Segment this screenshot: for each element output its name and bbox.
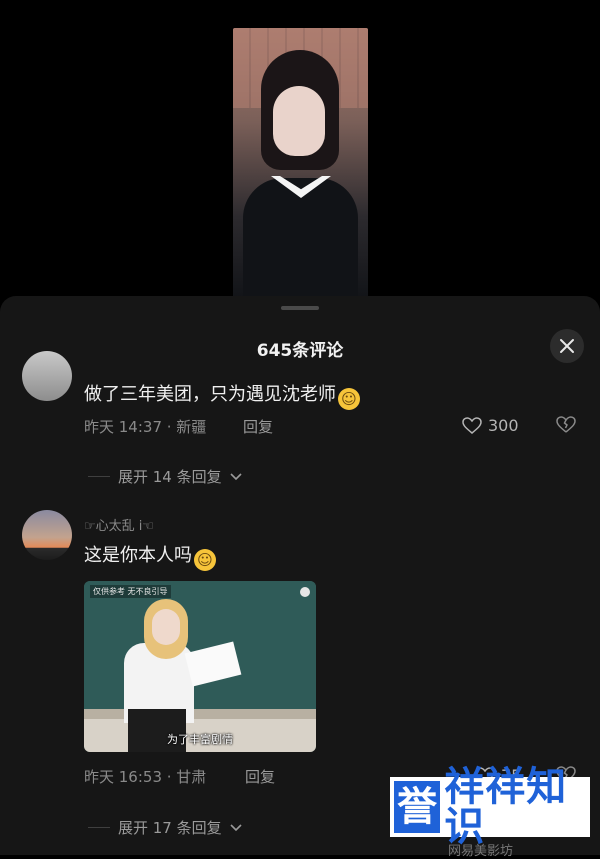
dislike-button[interactable]: [556, 416, 576, 438]
watermark-badge: 誉: [394, 781, 441, 833]
comment-text: 这是你本人吗 ☺: [84, 541, 216, 571]
watermark-subtext: 网易美影坊: [448, 844, 514, 859]
watermark-badge-char: 誉: [397, 784, 438, 830]
chevron-down-icon: [230, 472, 242, 480]
watermark-text: 祥祥知识: [444, 764, 568, 850]
watermark-logo: 誉 祥祥知识: [390, 767, 590, 847]
avatar[interactable]: [22, 351, 72, 401]
comment-text-body: 这是你本人吗: [84, 545, 192, 566]
divider-line: [88, 827, 110, 828]
comment-text-body: 做了三年美团，只为遇见沈老师: [84, 384, 336, 405]
expand-replies-button[interactable]: 展开 14 条回复: [88, 466, 242, 487]
avatar[interactable]: [22, 510, 72, 560]
chalkboard: [84, 581, 316, 711]
image-badge-icon: [300, 587, 310, 597]
laughing-emoji-icon: ☺: [194, 549, 216, 571]
person-face: [152, 609, 180, 645]
chevron-down-icon: [230, 823, 242, 831]
reply-button[interactable]: 回复: [245, 766, 275, 787]
comment-time-location: 昨天 16:53 · 甘肃: [84, 768, 207, 786]
video-area[interactable]: [0, 0, 600, 300]
comment-image[interactable]: 仅供参考 无不良引导 为了丰富剧情: [84, 581, 316, 752]
close-button[interactable]: [550, 329, 584, 363]
heart-icon: [462, 416, 482, 434]
expand-replies-label: 展开 17 条回复: [118, 819, 222, 837]
comment-count-title: 645条评论: [256, 341, 344, 361]
image-subtitle: 为了丰富剧情: [167, 733, 233, 746]
like-count: 300: [488, 416, 519, 435]
video-person-face: [273, 86, 325, 156]
like-button[interactable]: 300: [462, 416, 519, 435]
smile-emoji-icon: ☺: [338, 388, 360, 410]
chalk-tray: [84, 709, 316, 719]
reply-button[interactable]: 回复: [243, 416, 273, 437]
comment-time-location: 昨天 14:37 · 新疆: [84, 418, 207, 436]
expand-replies-label: 展开 14 条回复: [118, 468, 222, 486]
image-top-caption: 仅供参考 无不良引导: [90, 585, 171, 598]
close-icon: [560, 339, 574, 353]
comment-text: 做了三年美团，只为遇见沈老师 ☺: [84, 380, 360, 410]
expand-replies-button[interactable]: 展开 17 条回复: [88, 817, 242, 838]
divider-line: [88, 476, 110, 477]
broken-heart-icon: [556, 416, 576, 433]
video-thumbnail[interactable]: [233, 28, 368, 298]
drag-handle[interactable]: [281, 306, 319, 310]
username[interactable]: ☞心太乱 i☜: [84, 515, 154, 534]
